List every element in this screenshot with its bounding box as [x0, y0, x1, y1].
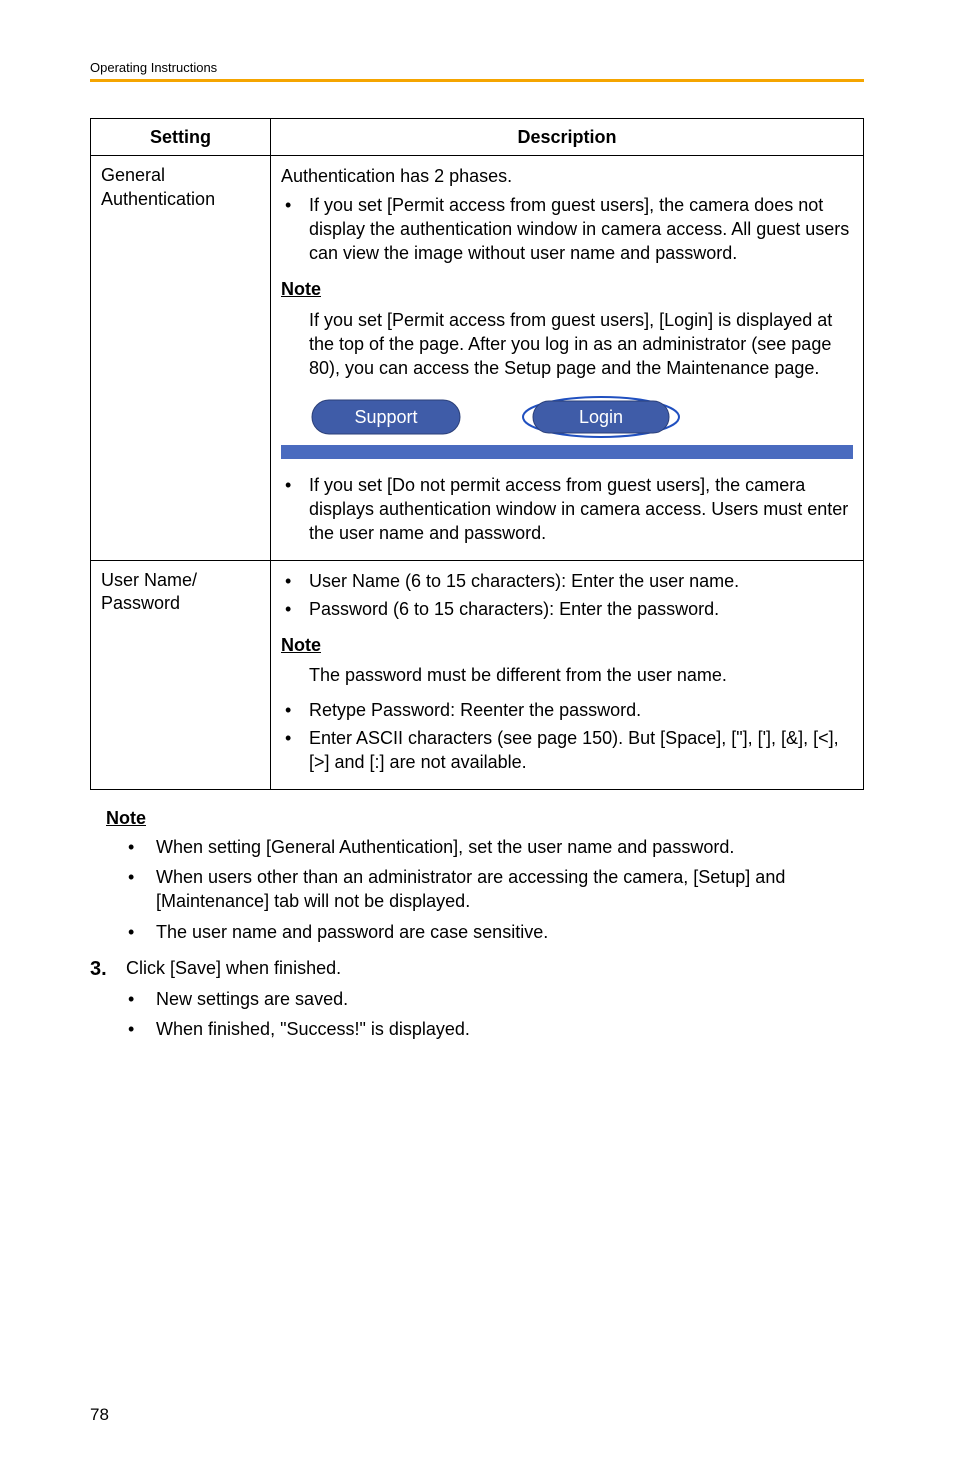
login-button[interactable]: Login: [521, 395, 681, 439]
outer-note-list: When setting [General Authentication], s…: [128, 835, 864, 944]
setting-label-general: General Authentication: [101, 164, 260, 211]
header-section-text: Operating Instructions: [90, 60, 864, 75]
list-item: New settings are saved.: [128, 987, 864, 1011]
general-note-text: If you set [Permit access from guest use…: [309, 308, 853, 381]
list-item: Enter ASCII characters (see page 150). B…: [281, 726, 853, 775]
step-item: 3. Click [Save] when finished.: [90, 956, 864, 983]
pill-row: Support Login: [311, 395, 853, 439]
page: Operating Instructions Setting Descripti…: [0, 0, 954, 1475]
step-list: 3. Click [Save] when finished. New setti…: [90, 956, 864, 1042]
list-item: If you set [Do not permit access from gu…: [281, 473, 853, 546]
list-item: Password (6 to 15 characters): Enter the…: [281, 597, 853, 621]
list-item: Retype Password: Reenter the password.: [281, 698, 853, 722]
step-text: Click [Save] when finished.: [126, 956, 341, 980]
cell-desc-general: Authentication has 2 phases. If you set …: [271, 156, 864, 560]
user-note-text: The password must be different from the …: [309, 663, 853, 687]
blue-bar: [281, 445, 853, 459]
login-button-label: Login: [579, 407, 623, 427]
outer-note: Note When setting [General Authenticatio…: [90, 808, 864, 944]
user-bullets-1: User Name (6 to 15 characters): Enter th…: [281, 569, 853, 622]
support-button-label: Support: [354, 407, 417, 427]
cell-desc-user: User Name (6 to 15 characters): Enter th…: [271, 560, 864, 789]
header-rule: [90, 79, 864, 82]
general-intro: Authentication has 2 phases.: [281, 164, 853, 188]
list-item: When setting [General Authentication], s…: [128, 835, 864, 859]
setting-label-user: User Name/ Password: [101, 569, 260, 616]
col-header-setting: Setting: [91, 119, 271, 156]
general-bullets-1: If you set [Permit access from guest use…: [281, 193, 853, 266]
list-item: User Name (6 to 15 characters): Enter th…: [281, 569, 853, 593]
list-item: When users other than an administrator a…: [128, 865, 864, 914]
general-bullets-2: If you set [Do not permit access from gu…: [281, 473, 853, 546]
support-button[interactable]: Support: [311, 399, 461, 435]
table-row: User Name/ Password User Name (6 to 15 c…: [91, 560, 864, 789]
list-item: When finished, "Success!" is displayed.: [128, 1017, 864, 1041]
step-sub-list: New settings are saved. When finished, "…: [128, 987, 864, 1042]
table-header-row: Setting Description: [91, 119, 864, 156]
table-row: General Authentication Authentication ha…: [91, 156, 864, 560]
list-item: If you set [Permit access from guest use…: [281, 193, 853, 266]
user-bullets-2: Retype Password: Reenter the password. E…: [281, 698, 853, 775]
list-item: The user name and password are case sens…: [128, 920, 864, 944]
step-number: 3.: [90, 956, 114, 983]
cell-setting-user: User Name/ Password: [91, 560, 271, 789]
page-number: 78: [90, 1405, 109, 1425]
settings-table: Setting Description General Authenticati…: [90, 118, 864, 790]
note-heading: Note: [281, 633, 853, 657]
note-heading: Note: [281, 277, 853, 301]
col-header-description: Description: [271, 119, 864, 156]
cell-setting-general: General Authentication: [91, 156, 271, 560]
note-heading: Note: [106, 808, 864, 829]
